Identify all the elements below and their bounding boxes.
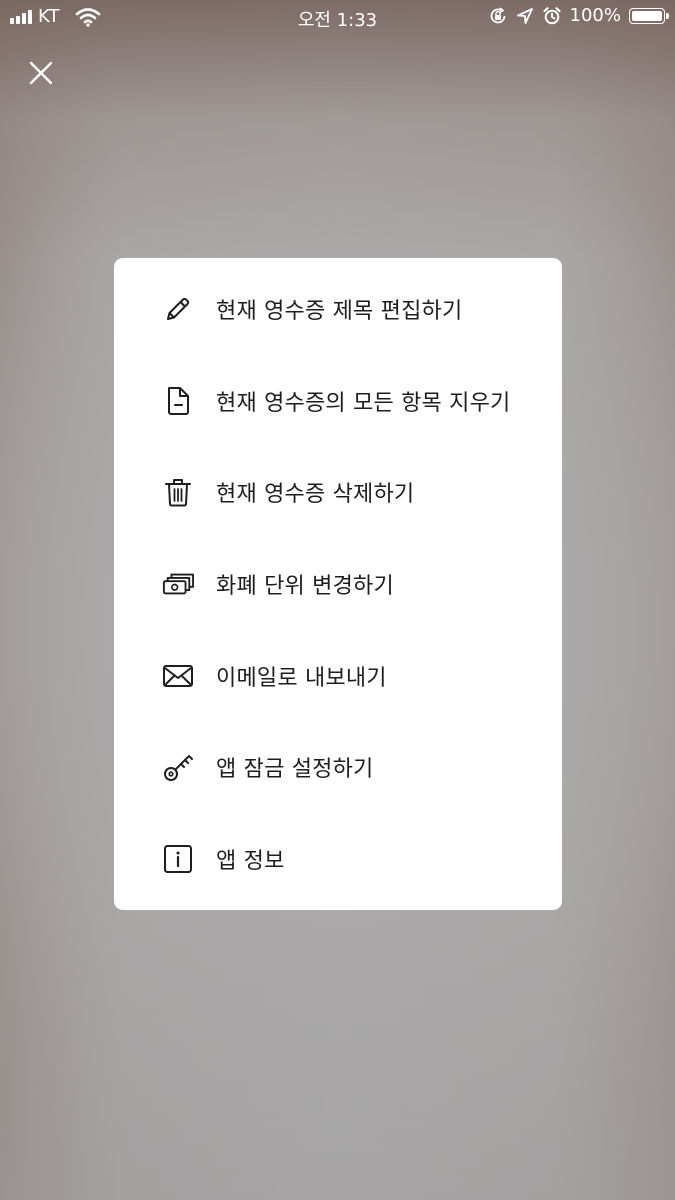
menu-item-label: 앱 잠금 설정하기 bbox=[216, 757, 374, 783]
alarm-icon bbox=[542, 6, 562, 26]
menu-item-label: 앱 정보 bbox=[216, 848, 285, 874]
battery-icon bbox=[629, 7, 669, 24]
options-menu: 현재 영수증 제목 편집하기 현재 영수증의 모든 항목 지우기 현재 영수증 … bbox=[114, 258, 562, 910]
status-bar: KT 오전 1:33 100% bbox=[0, 0, 675, 34]
close-icon bbox=[29, 61, 53, 85]
background-bottom-tint bbox=[0, 900, 675, 1200]
background-top-tint bbox=[0, 0, 675, 260]
menu-item-label: 현재 영수증 삭제하기 bbox=[216, 482, 415, 508]
trash-icon bbox=[162, 476, 194, 508]
envelope-icon bbox=[162, 660, 194, 692]
menu-item-change-currency[interactable]: 화폐 단위 변경하기 bbox=[114, 538, 562, 630]
document-minus-icon bbox=[162, 385, 194, 417]
key-icon bbox=[162, 751, 194, 783]
menu-item-clear-items[interactable]: 현재 영수증의 모든 항목 지우기 bbox=[114, 355, 562, 447]
status-right: 100% bbox=[488, 5, 669, 26]
menu-item-label: 현재 영수증 제목 편집하기 bbox=[216, 298, 463, 324]
pencil-icon bbox=[162, 293, 194, 325]
rotation-lock-icon bbox=[488, 6, 508, 26]
banknotes-icon bbox=[162, 568, 194, 600]
battery-level-fill bbox=[632, 10, 662, 21]
close-button[interactable] bbox=[24, 56, 58, 90]
location-arrow-icon bbox=[516, 7, 534, 25]
menu-item-export-email[interactable]: 이메일로 내보내기 bbox=[114, 630, 562, 722]
menu-item-delete-receipt[interactable]: 현재 영수증 삭제하기 bbox=[114, 446, 562, 538]
battery-percent: 100% bbox=[569, 5, 621, 26]
info-icon bbox=[162, 843, 194, 875]
menu-item-app-lock[interactable]: 앱 잠금 설정하기 bbox=[114, 721, 562, 813]
menu-item-app-info[interactable]: 앱 정보 bbox=[114, 813, 562, 905]
menu-item-edit-title[interactable]: 현재 영수증 제목 편집하기 bbox=[114, 263, 562, 355]
menu-item-label: 현재 영수증의 모든 항목 지우기 bbox=[216, 390, 511, 416]
menu-item-label: 화폐 단위 변경하기 bbox=[216, 573, 394, 599]
menu-item-label: 이메일로 내보내기 bbox=[216, 665, 387, 691]
